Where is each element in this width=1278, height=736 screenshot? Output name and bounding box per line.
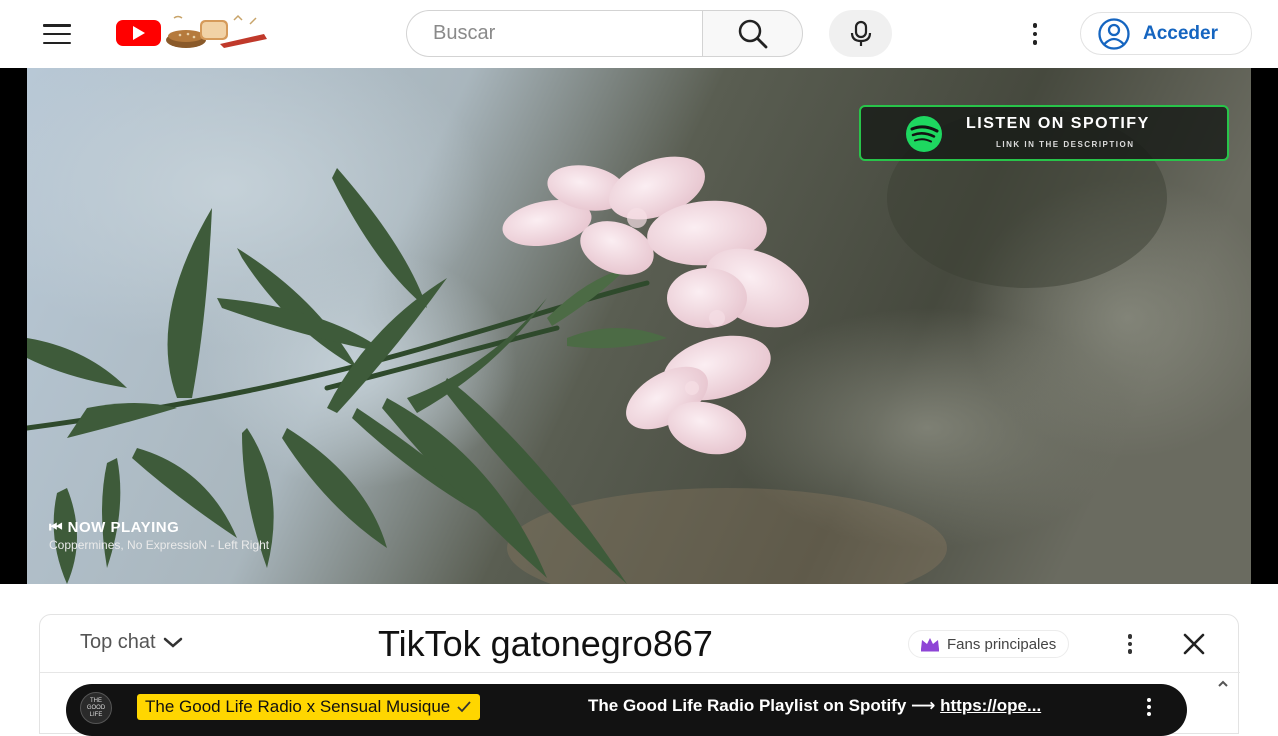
checkmark-icon — [457, 701, 471, 713]
more-options-button[interactable] — [1020, 18, 1050, 50]
spotify-icon — [906, 116, 942, 152]
crown-icon — [921, 638, 939, 652]
video-player[interactable]: LISTEN ON SPOTIFY LINK IN THE DESCRIPTIO… — [0, 68, 1278, 584]
overlay-caption: TikTok gatonegro867 — [378, 623, 713, 664]
signin-label: Acceder — [1143, 22, 1218, 44]
voice-search-button[interactable] — [829, 10, 892, 57]
top-fans-label: Fans principales — [947, 635, 1057, 653]
spotify-banner[interactable]: LISTEN ON SPOTIFY LINK IN THE DESCRIPTIO… — [859, 105, 1229, 161]
pinned-more-options-button[interactable] — [1142, 694, 1156, 720]
now-playing-label: ⏮ NOW PLAYING — [49, 519, 180, 536]
pinned-message-prefix: The Good Life Radio Playlist on Spotify … — [588, 696, 941, 715]
live-chat-panel: Top chat TikTok gatonegro867 Fans princi… — [39, 614, 1240, 736]
channel-name-chip[interactable]: The Good Life Radio x Sensual Musique — [137, 694, 481, 720]
search-box — [406, 10, 704, 57]
site-logo[interactable] — [114, 14, 274, 52]
chat-mode-dropdown[interactable]: Top chat — [80, 631, 184, 654]
pinned-message-text: The Good Life Radio Playlist on Spotify … — [588, 696, 1041, 716]
masthead: Acceder — [0, 0, 1278, 68]
chevron-down-icon — [163, 637, 182, 648]
search-input[interactable] — [433, 22, 683, 45]
chevron-up-icon[interactable] — [1216, 679, 1230, 689]
avatar[interactable]: THE GOOD LIFE — [80, 692, 112, 724]
spotify-subtitle: LINK IN THE DESCRIPTION — [996, 140, 1135, 149]
search-button[interactable] — [702, 10, 803, 57]
close-icon[interactable] — [1181, 631, 1207, 657]
chat-header: Top chat TikTok gatonegro867 Fans princi… — [40, 615, 1240, 673]
chat-mode-label: Top chat — [80, 631, 156, 653]
now-playing-track: Coppermines, No ExpressioN - Left Right — [49, 538, 270, 552]
microphone-icon — [850, 20, 871, 46]
top-fans-button[interactable]: Fans principales — [908, 630, 1070, 658]
channel-name: The Good Life Radio x Sensual Musique — [145, 697, 451, 716]
pinned-message-link[interactable]: https://ope... — [940, 696, 1041, 715]
hamburger-menu-button[interactable] — [40, 20, 74, 48]
pinned-message[interactable]: THE GOOD LIFE The Good Life Radio x Sens… — [66, 684, 1187, 736]
signin-button[interactable]: Acceder — [1080, 12, 1252, 55]
spotify-title: LISTEN ON SPOTIFY — [966, 115, 1150, 132]
account-circle-icon — [1098, 17, 1130, 50]
chat-more-options-button[interactable] — [1118, 631, 1142, 657]
search-icon — [738, 19, 767, 48]
